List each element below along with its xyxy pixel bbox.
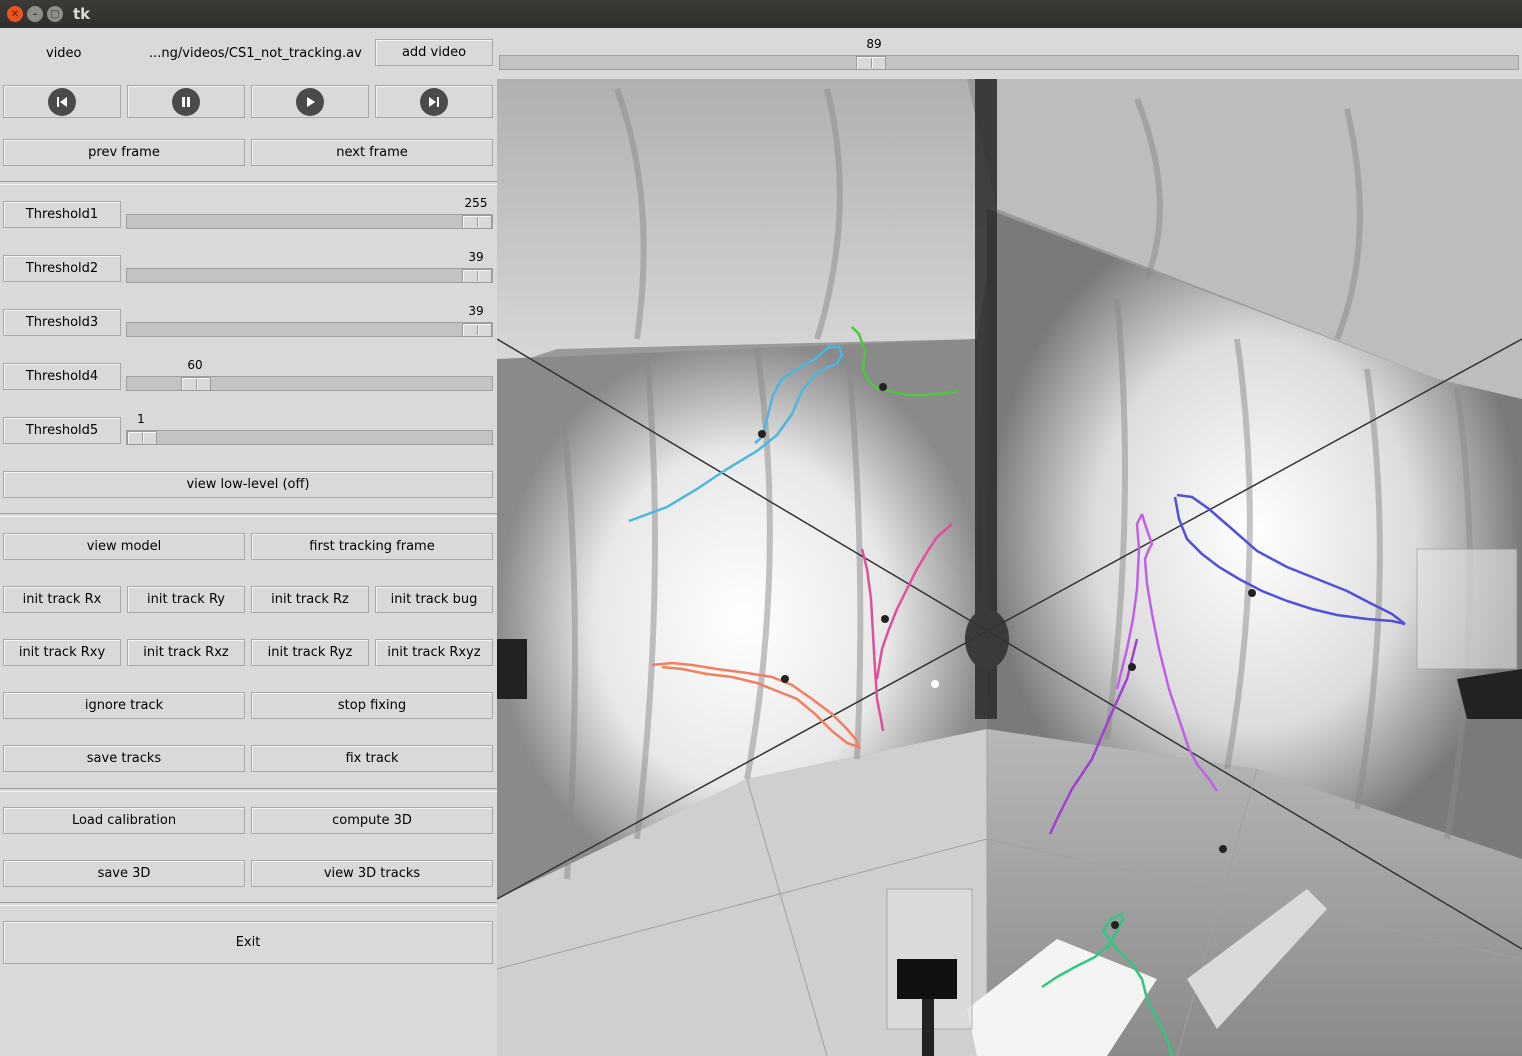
frame-slider[interactable] xyxy=(499,55,1519,70)
threshold4-button[interactable]: Threshold4 xyxy=(3,363,121,390)
minimize-window-button[interactable]: – xyxy=(27,6,43,22)
view-3d-tracks-button[interactable]: view 3D tracks xyxy=(251,860,493,887)
skip-back-icon xyxy=(48,87,76,116)
frame-slider-value: 89 xyxy=(866,37,882,51)
threshold5-slider[interactable] xyxy=(126,430,493,445)
threshold3-slider[interactable] xyxy=(126,322,493,337)
threshold3-button[interactable]: Threshold3 xyxy=(3,309,121,336)
video-frame-canvas[interactable] xyxy=(497,79,1522,1056)
frame-slider-thumb[interactable] xyxy=(856,56,886,70)
init-track-rz-button[interactable]: init track Rz xyxy=(251,586,369,613)
threshold5-button[interactable]: Threshold5 xyxy=(3,417,121,444)
save-tracks-button[interactable]: save tracks xyxy=(3,745,245,772)
pause-button[interactable] xyxy=(127,85,245,118)
init-track-bug-button[interactable]: init track bug xyxy=(375,586,493,613)
video-path: ...ng/videos/CS1_not_tracking.av xyxy=(149,45,362,61)
window-title: tk xyxy=(73,5,91,23)
separator xyxy=(0,902,497,906)
skip-to-end-button[interactable] xyxy=(375,85,493,118)
threshold5-slider-thumb[interactable] xyxy=(127,431,157,445)
add-video-button[interactable]: add video xyxy=(375,39,493,66)
separator xyxy=(0,181,497,185)
threshold3-value: 39 xyxy=(468,304,484,318)
threshold1-slider-thumb[interactable] xyxy=(462,215,492,229)
threshold1-button[interactable]: Threshold1 xyxy=(3,201,121,228)
save-3d-button[interactable]: save 3D xyxy=(3,860,245,887)
maximize-window-button[interactable]: □ xyxy=(47,6,63,22)
threshold2-slider[interactable] xyxy=(126,268,493,283)
view-lowlevel-button[interactable]: view low-level (off) xyxy=(3,471,493,498)
compute-3d-button[interactable]: compute 3D xyxy=(251,807,493,834)
play-button[interactable] xyxy=(251,85,369,118)
exit-button[interactable]: Exit xyxy=(3,921,493,964)
init-track-rxz-button[interactable]: init track Rxz xyxy=(127,639,245,666)
threshold1-slider[interactable] xyxy=(126,214,493,229)
init-track-ryz-button[interactable]: init track Ryz xyxy=(251,639,369,666)
init-track-rx-button[interactable]: init track Rx xyxy=(3,586,121,613)
threshold4-value: 60 xyxy=(187,358,203,372)
next-frame-button[interactable]: next frame xyxy=(251,139,493,166)
close-window-button[interactable]: ✕ xyxy=(7,6,23,22)
skip-to-start-button[interactable] xyxy=(3,85,121,118)
view-model-button[interactable]: view model xyxy=(3,533,245,560)
first-tracking-frame-button[interactable]: first tracking frame xyxy=(251,533,493,560)
threshold5-value: 1 xyxy=(137,412,145,426)
threshold4-slider[interactable] xyxy=(126,376,493,391)
video-frame-image xyxy=(497,79,1522,1056)
threshold1-value: 255 xyxy=(464,196,488,210)
play-icon xyxy=(296,87,324,116)
init-track-ry-button[interactable]: init track Ry xyxy=(127,586,245,613)
threshold2-button[interactable]: Threshold2 xyxy=(3,255,121,282)
init-track-rxy-button[interactable]: init track Rxy xyxy=(3,639,121,666)
fix-track-button[interactable]: fix track xyxy=(251,745,493,772)
skip-forward-icon xyxy=(420,87,448,116)
separator xyxy=(0,788,497,792)
threshold4-slider-thumb[interactable] xyxy=(181,377,211,391)
prev-frame-button[interactable]: prev frame xyxy=(3,139,245,166)
separator xyxy=(0,513,497,517)
load-calibration-button[interactable]: Load calibration xyxy=(3,807,245,834)
threshold3-slider-thumb[interactable] xyxy=(462,323,492,337)
stop-fixing-button[interactable]: stop fixing xyxy=(251,692,493,719)
video-label: video xyxy=(46,45,82,61)
threshold2-slider-thumb[interactable] xyxy=(462,269,492,283)
window-titlebar: ✕ – □ tk xyxy=(0,0,1522,28)
pause-icon xyxy=(172,87,200,116)
init-track-rxyz-button[interactable]: init track Rxyz xyxy=(375,639,493,666)
ignore-track-button[interactable]: ignore track xyxy=(3,692,245,719)
threshold2-value: 39 xyxy=(468,250,484,264)
